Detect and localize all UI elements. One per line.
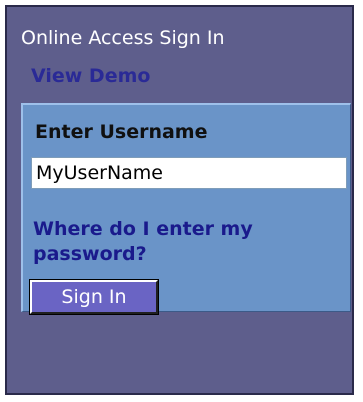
password-help-link[interactable]: Where do I enter my password?	[33, 217, 343, 267]
username-label: Enter Username	[35, 121, 208, 143]
username-form: Enter Username Where do I enter my passw…	[21, 103, 351, 315]
panel-title: Online Access Sign In	[21, 27, 225, 49]
sign-in-button[interactable]: Sign In	[29, 279, 159, 315]
sign-in-panel: Online Access Sign In View Demo Enter Us…	[5, 5, 354, 395]
view-demo-link[interactable]: View Demo	[31, 67, 150, 86]
username-input[interactable]	[31, 157, 347, 189]
